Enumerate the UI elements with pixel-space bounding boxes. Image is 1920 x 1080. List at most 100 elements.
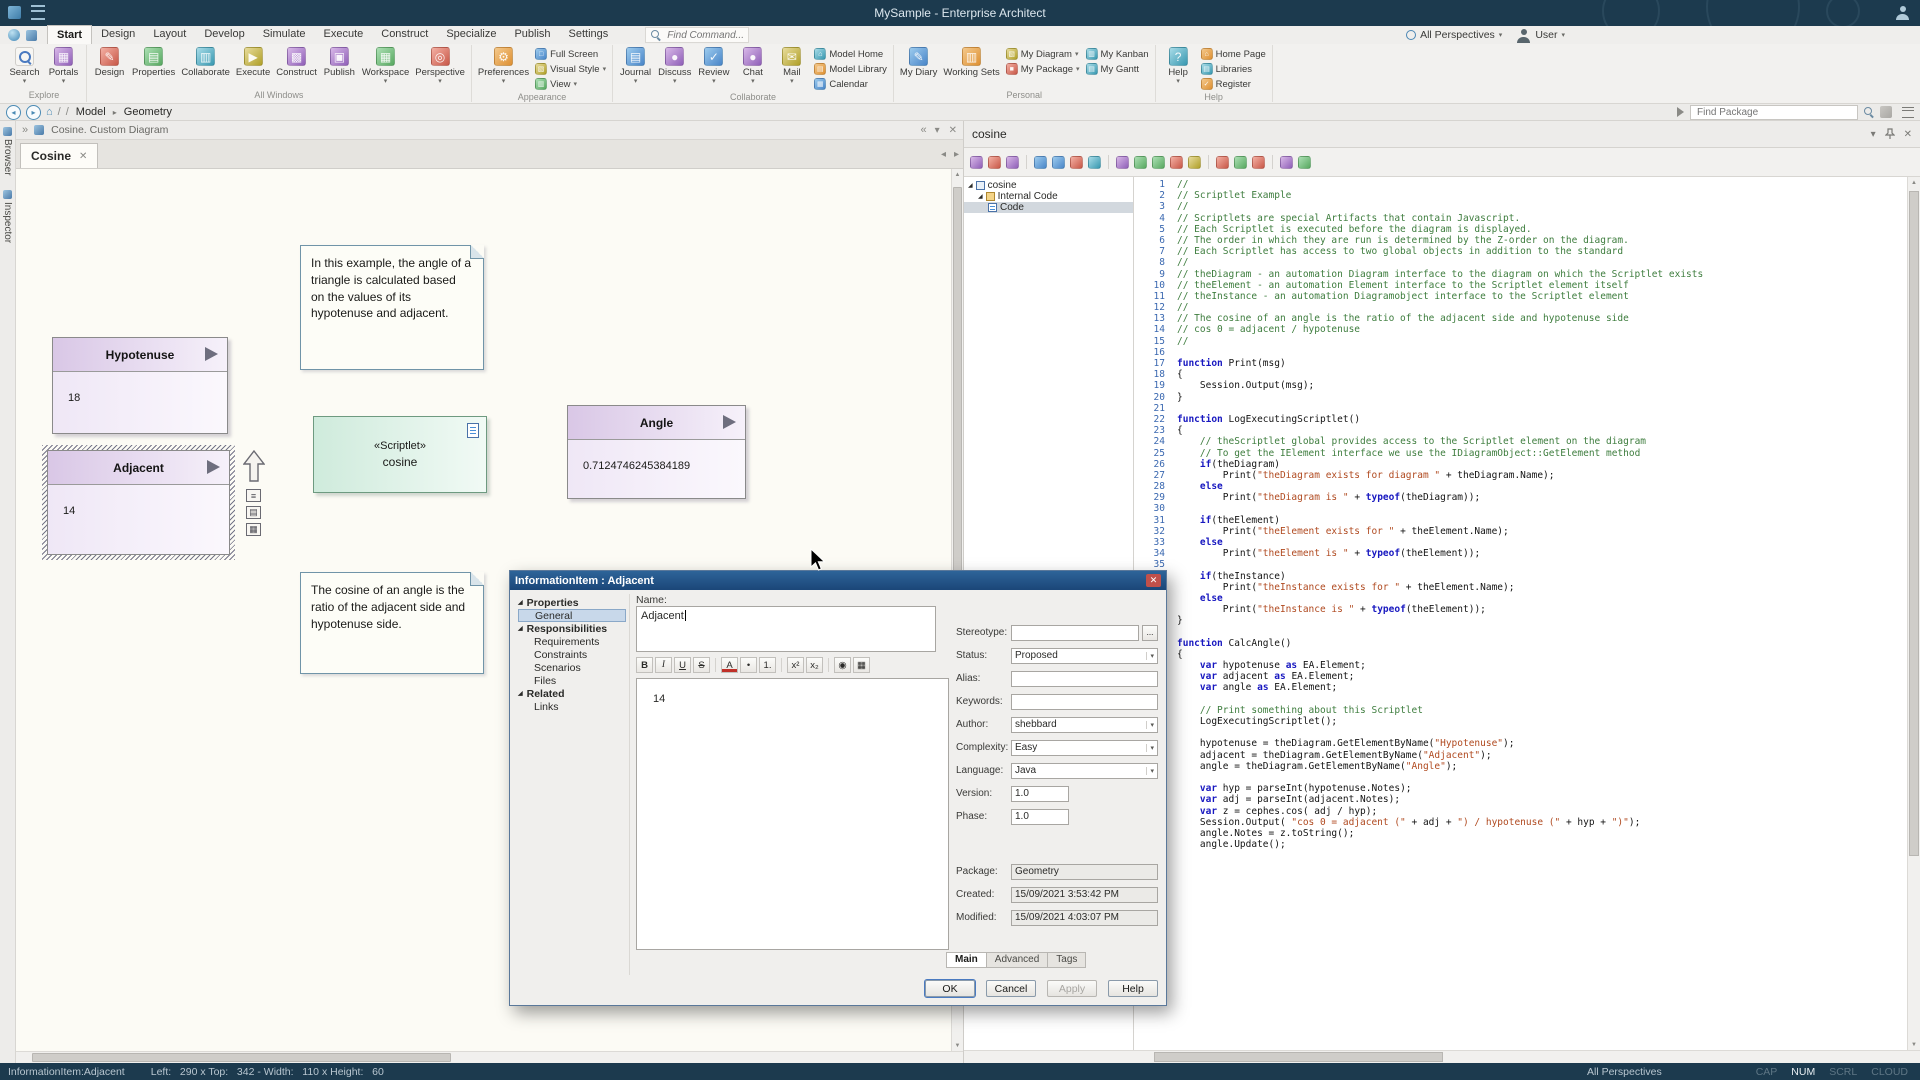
scrollbar-thumb[interactable]: [1909, 191, 1919, 856]
dialog-button-help[interactable]: Help: [1108, 980, 1158, 997]
package-browser-icon[interactable]: [1880, 106, 1892, 118]
breadcrumb-item-geometry[interactable]: Geometry: [122, 106, 174, 118]
ribbon-button-register[interactable]: ✓Register: [1198, 77, 1269, 91]
close-icon[interactable]: ✕: [949, 125, 957, 136]
ribbon-button-my-kanban[interactable]: ▥My Kanban: [1083, 47, 1152, 61]
dialog-tree-item-scenarios[interactable]: Scenarios: [518, 661, 626, 674]
quicklink-up-arrow-icon[interactable]: [243, 450, 265, 482]
scroll-up-icon[interactable]: ▲: [1908, 177, 1920, 188]
dialog-tab-main[interactable]: Main: [946, 952, 987, 968]
field-phase--input[interactable]: 1.0: [1011, 809, 1069, 825]
home-icon[interactable]: ⌂: [46, 106, 53, 118]
field-language--combo[interactable]: Java▾: [1011, 763, 1158, 779]
ribbon-button-workspace[interactable]: ▦Workspace▾: [359, 45, 412, 85]
notes-editor[interactable]: 14: [636, 678, 949, 950]
ribbon-button-view[interactable]: ▥View▾: [532, 77, 609, 91]
ribbon-button-properties[interactable]: ▤Properties: [129, 45, 178, 78]
code-tree-item-code[interactable]: Code: [964, 202, 1133, 213]
dialog-button-cancel[interactable]: Cancel: [986, 980, 1036, 997]
insert-table-button[interactable]: ▦: [853, 657, 870, 673]
scroll-down-icon[interactable]: ▼: [952, 1040, 963, 1051]
diagram-tab-cosine[interactable]: Cosine ✕: [20, 143, 98, 168]
perspective-selector[interactable]: All Perspectives ▾: [1406, 29, 1502, 41]
code-vertical-scrollbar[interactable]: ▲ ▼: [1907, 177, 1920, 1050]
dialog-tab-tags[interactable]: Tags: [1048, 952, 1086, 968]
nav-back-button[interactable]: ◂: [6, 105, 21, 120]
diagram-horizontal-scrollbar[interactable]: [16, 1051, 963, 1063]
code-editor[interactable]: 1234567891011121314151617181920212223242…: [1134, 177, 1907, 1050]
element-list-button[interactable]: [1005, 155, 1020, 170]
element-angle[interactable]: Angle 0.7124746245384189: [567, 405, 746, 499]
ribbon-button-calendar[interactable]: ▦Calendar: [811, 77, 890, 91]
code-tree-item-internal-code[interactable]: ◢Internal Code: [964, 191, 1133, 202]
scroll-down-icon[interactable]: ▼: [1908, 1039, 1920, 1050]
ribbon-tab-construct[interactable]: Construct: [372, 25, 437, 43]
dialog-tree-section-responsibilities[interactable]: ◢Responsibilities: [518, 622, 626, 635]
field-version--input[interactable]: 1.0: [1011, 786, 1069, 802]
ea-pearl-menu-icon[interactable]: [8, 29, 20, 41]
side-tab-browser[interactable]: Browser: [2, 127, 13, 176]
dialog-tree-item-links[interactable]: Links: [518, 700, 626, 713]
dialog-tree-item-general[interactable]: General: [518, 609, 626, 622]
ribbon-button-search[interactable]: Search▾: [5, 45, 44, 85]
save-button[interactable]: [1069, 155, 1084, 170]
save-all-button[interactable]: [1087, 155, 1102, 170]
superscript-button[interactable]: x²: [787, 657, 804, 673]
ribbon-button-my-package[interactable]: ■My Package▾: [1003, 62, 1083, 76]
note-element[interactable]: The cosine of an angle is the ratio of t…: [300, 572, 484, 674]
field-complexity--combo[interactable]: Easy▾: [1011, 740, 1158, 756]
ribbon-button-perspective[interactable]: ◎Perspective▾: [412, 45, 468, 85]
ribbon-tab-develop[interactable]: Develop: [195, 25, 253, 43]
ribbon-button-model-home[interactable]: ⌂Model Home: [811, 47, 890, 61]
check-syntax-button[interactable]: [1233, 155, 1248, 170]
scroll-up-icon[interactable]: ▲: [952, 169, 963, 180]
ribbon-button-home-page[interactable]: ⌂Home Page: [1198, 47, 1269, 61]
strikethrough-button[interactable]: S: [693, 657, 710, 673]
side-tab-inspector[interactable]: Inspector: [2, 190, 13, 243]
quick-access-icon[interactable]: [26, 30, 37, 41]
dialog-button-ok[interactable]: OK: [925, 980, 975, 997]
field-stereotype--input[interactable]: [1011, 625, 1139, 641]
tab-scroll-right-icon[interactable]: ▸: [954, 149, 959, 160]
ribbon-button-execute[interactable]: ▶Execute: [233, 45, 273, 78]
name-input[interactable]: Adjacent: [636, 606, 936, 652]
chevron-down-icon[interactable]: ▾: [1871, 129, 1876, 140]
pin-icon[interactable]: [1885, 128, 1895, 140]
scrollbar-thumb[interactable]: [32, 1053, 451, 1062]
properties-window-button[interactable]: [987, 155, 1002, 170]
bullet-list-button[interactable]: •: [740, 657, 757, 673]
ribbon-button-preferences[interactable]: ⚙Preferences▾: [475, 45, 532, 85]
find-command-box[interactable]: [645, 27, 749, 43]
element-scriptlet-cosine[interactable]: «Scriptlet» cosine: [313, 416, 487, 493]
ribbon-button-chat[interactable]: ●Chat▾: [733, 45, 772, 85]
ribbon-button-full-screen[interactable]: □Full Screen: [532, 47, 609, 61]
new-file-button[interactable]: [1033, 155, 1048, 170]
font-color-button[interactable]: A: [721, 657, 738, 673]
user-account-icon[interactable]: [1895, 5, 1910, 20]
redo-button[interactable]: [1187, 155, 1202, 170]
chevron-down-icon[interactable]: ▾: [935, 125, 940, 136]
ribbon-tab-design[interactable]: Design: [92, 25, 144, 43]
ribbon-button-libraries[interactable]: ▤Libraries: [1198, 62, 1269, 76]
ribbon-button-help[interactable]: ?Help▾: [1159, 45, 1198, 85]
hyperlink-button[interactable]: ◉: [834, 657, 851, 673]
menu-icon[interactable]: [1902, 107, 1914, 118]
find-package-input[interactable]: [1695, 106, 1853, 119]
find-package-box[interactable]: [1690, 105, 1858, 120]
search-icon[interactable]: [1864, 107, 1874, 117]
ribbon-button-my-gantt[interactable]: ▤My Gantt: [1083, 62, 1152, 76]
ribbon-button-publish[interactable]: ▣Publish: [320, 45, 359, 78]
code-tree-item-cosine[interactable]: ◢cosine: [964, 180, 1133, 191]
gear-button[interactable]: [1297, 155, 1312, 170]
ribbon-tab-start[interactable]: Start: [47, 25, 92, 45]
copy-button[interactable]: [1133, 155, 1148, 170]
ribbon-button-review[interactable]: ✓Review▾: [694, 45, 733, 85]
tree-view-button[interactable]: [969, 155, 984, 170]
find-button[interactable]: [1215, 155, 1230, 170]
open-button[interactable]: [1051, 155, 1066, 170]
field-keywords--input[interactable]: [1011, 694, 1158, 710]
paste-button[interactable]: [1151, 155, 1166, 170]
dialog-tree-section-related[interactable]: ◢Related: [518, 687, 626, 700]
play-icon[interactable]: [1677, 107, 1684, 117]
ribbon-button-my-diary[interactable]: ✎My Diary: [897, 45, 940, 78]
